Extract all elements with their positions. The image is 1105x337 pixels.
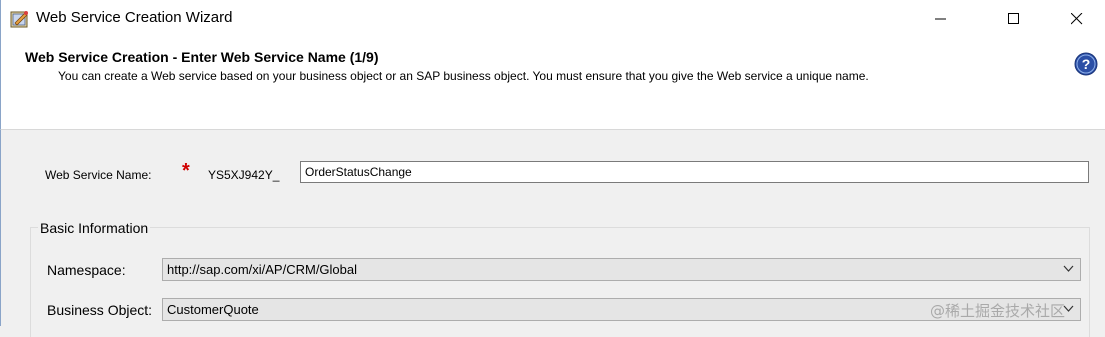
help-icon[interactable]: ? — [1074, 52, 1098, 76]
minimize-button[interactable] — [918, 0, 964, 38]
chevron-down-icon — [1063, 265, 1074, 272]
maximize-button[interactable] — [991, 0, 1037, 38]
wizard-step-description: You can create a Web service based on yo… — [58, 69, 869, 83]
watermark-text: @稀土掘金技术社区 — [930, 302, 1066, 320]
svg-text:?: ? — [1082, 56, 1091, 72]
basic-information-title: Basic Information — [38, 220, 151, 236]
title-bar: Web Service Creation Wizard — [0, 0, 1105, 38]
web-service-name-input[interactable] — [300, 161, 1089, 183]
close-button[interactable] — [1054, 0, 1100, 38]
minimize-icon — [935, 18, 946, 20]
wizard-step-title: Web Service Creation - Enter Web Service… — [25, 49, 379, 65]
business-object-label: Business Object: — [47, 302, 153, 318]
wizard-header: Web Service Creation - Enter Web Service… — [0, 38, 1105, 130]
namespace-dropdown[interactable]: http://sap.com/xi/AP/CRM/Global — [162, 258, 1081, 281]
wizard-app-icon — [10, 11, 28, 28]
business-object-value: CustomerQuote — [167, 302, 259, 317]
namespace-label: Namespace: — [47, 262, 126, 278]
window-title: Web Service Creation Wizard — [36, 9, 233, 26]
required-marker: * — [182, 160, 190, 182]
namespace-value: http://sap.com/xi/AP/CRM/Global — [167, 262, 358, 277]
web-service-name-label: Web Service Name: — [45, 168, 152, 182]
maximize-icon — [1008, 13, 1019, 24]
close-icon — [1071, 13, 1083, 25]
web-service-name-prefix: YS5XJ942Y_ — [208, 168, 280, 182]
